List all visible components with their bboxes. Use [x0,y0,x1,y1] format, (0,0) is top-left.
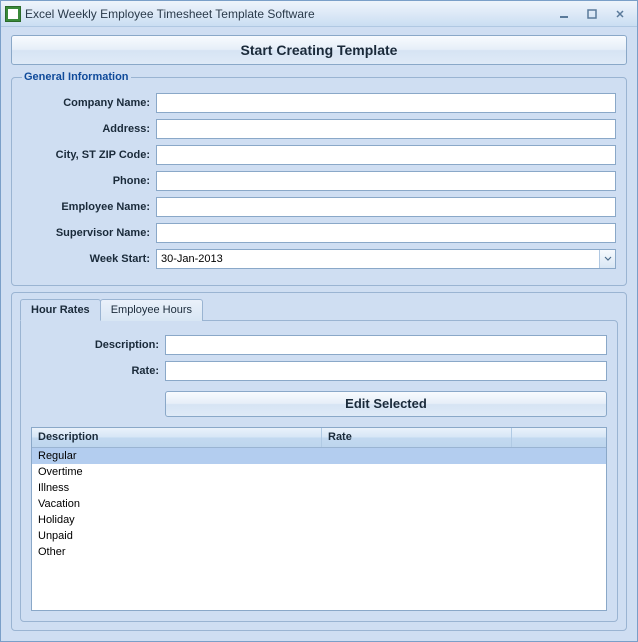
row-address: Address: [22,119,616,139]
employee-name-input[interactable] [156,197,616,217]
rates-list-header: Description Rate [32,428,606,448]
tab-employee-hours[interactable]: Employee Hours [100,299,203,321]
label-cityzip: City, ST ZIP Code: [22,149,150,161]
table-row[interactable]: Holiday [32,512,606,528]
general-information-legend: General Information [22,71,131,83]
tab-hour-rates[interactable]: Hour Rates [20,299,101,321]
cell-description: Unpaid [32,528,322,544]
table-row[interactable]: Illness [32,480,606,496]
start-creating-template-button[interactable]: Start Creating Template [11,35,627,65]
rates-list-body: RegularOvertimeIllnessVacationHolidayUnp… [32,448,606,610]
label-employee: Employee Name: [22,201,150,213]
label-week-start: Week Start: [22,253,150,265]
maximize-button[interactable] [579,6,605,22]
table-row[interactable]: Regular [32,448,606,464]
row-company: Company Name: [22,93,616,113]
cell-description: Other [32,544,322,560]
window-title: Excel Weekly Employee Timesheet Template… [25,7,549,21]
row-employee: Employee Name: [22,197,616,217]
cell-rate [322,480,512,496]
label-address: Address: [22,123,150,135]
week-start-dropdown-button[interactable] [599,250,615,268]
close-button[interactable] [607,6,633,22]
titlebar: Excel Weekly Employee Timesheet Template… [1,1,637,27]
cell-rate [322,448,512,464]
cell-rate [322,528,512,544]
tab-strip: Hour Rates Employee Hours [20,299,618,321]
row-rate-value: Rate: [31,361,607,381]
cell-description: Regular [32,448,322,464]
row-week-start: Week Start: 30-Jan-2013 [22,249,616,269]
company-name-input[interactable] [156,93,616,113]
cell-description: Vacation [32,496,322,512]
cell-rate [322,512,512,528]
row-supervisor: Supervisor Name: [22,223,616,243]
table-row[interactable]: Overtime [32,464,606,480]
address-input[interactable] [156,119,616,139]
week-start-datepicker[interactable]: 30-Jan-2013 [156,249,616,269]
app-icon [5,6,21,22]
col-description[interactable]: Description [32,428,322,447]
col-rate[interactable]: Rate [322,428,512,447]
cell-rate [322,496,512,512]
edit-selected-button[interactable]: Edit Selected [165,391,607,417]
label-rate-description: Description: [31,339,159,351]
row-rate-description: Description: [31,335,607,355]
row-cityzip: City, ST ZIP Code: [22,145,616,165]
cell-rate [322,464,512,480]
row-phone: Phone: [22,171,616,191]
label-rate: Rate: [31,365,159,377]
rate-description-input[interactable] [165,335,607,355]
rate-value-input[interactable] [165,361,607,381]
tabs-frame: Hour Rates Employee Hours Description: R… [11,292,627,631]
tab-body-hour-rates: Description: Rate: Edit Selected Descrip… [20,320,618,622]
rates-list[interactable]: Description Rate RegularOvertimeIllnessV… [31,427,607,611]
cell-description: Illness [32,480,322,496]
week-start-value: 30-Jan-2013 [157,250,599,268]
table-row[interactable]: Vacation [32,496,606,512]
content-area: Start Creating Template General Informat… [1,27,637,641]
city-zip-input[interactable] [156,145,616,165]
app-window: Excel Weekly Employee Timesheet Template… [0,0,638,642]
label-phone: Phone: [22,175,150,187]
chevron-down-icon [604,256,612,262]
cell-description: Overtime [32,464,322,480]
supervisor-name-input[interactable] [156,223,616,243]
phone-input[interactable] [156,171,616,191]
cell-description: Holiday [32,512,322,528]
minimize-button[interactable] [551,6,577,22]
general-information-group: General Information Company Name: Addres… [11,71,627,286]
label-company: Company Name: [22,97,150,109]
table-row[interactable]: Other [32,544,606,560]
col-filler [512,428,606,447]
table-row[interactable]: Unpaid [32,528,606,544]
label-supervisor: Supervisor Name: [22,227,150,239]
cell-rate [322,544,512,560]
